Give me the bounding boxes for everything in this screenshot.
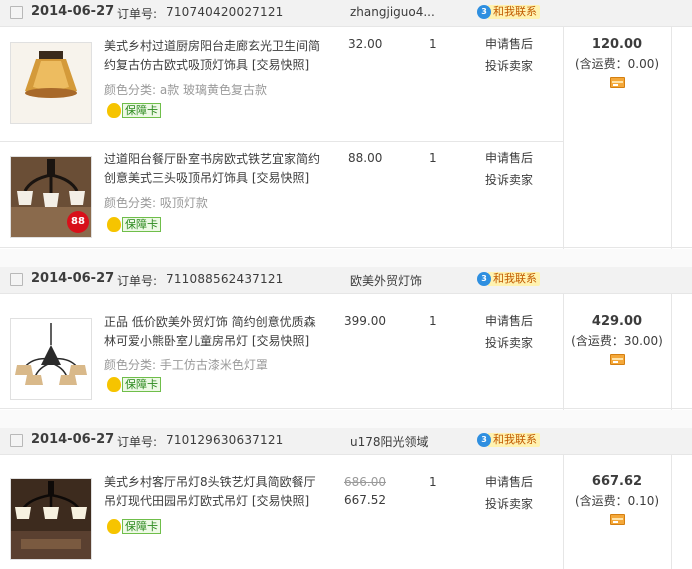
item-price: 399.00 xyxy=(344,314,386,328)
order-total-amount: 120.00 xyxy=(591,37,643,52)
apply-after-sale-link[interactable]: 申请售后 xyxy=(485,33,533,55)
item-quantity: 1 xyxy=(429,314,437,328)
payment-card-icon[interactable] xyxy=(609,77,625,88)
payment-card-icon[interactable] xyxy=(609,354,625,365)
order-body: 美式乡村过道厨房阳台走廊玄光卫生间简约复古仿古欧式吸顶灯饰具 [交易快照] 颜色… xyxy=(0,26,692,249)
order-item: 美式乡村过道厨房阳台走廊玄光卫生间简约复古仿古欧式吸顶灯饰具 [交易快照] 颜色… xyxy=(0,27,562,141)
order-number-label: 订单号: xyxy=(117,435,158,449)
order-date: 2014-06-27 xyxy=(31,4,115,19)
wangwang-chat-icon: 3 xyxy=(477,5,491,19)
shield-guarantee-icon xyxy=(107,376,121,392)
contact-seller-button[interactable]: 3 和我联系 xyxy=(477,4,540,20)
bear-chandelier-image xyxy=(11,319,91,399)
complain-seller-link[interactable]: 投诉卖家 xyxy=(485,493,533,515)
order-number: 711088562437121 xyxy=(166,272,284,286)
guarantee-card-label: 保障卡 xyxy=(122,216,161,232)
seller-name[interactable]: u178阳光领域 xyxy=(350,433,429,450)
product-title-link[interactable]: 美式乡村过道厨房阳台走廊玄光卫生间简约复古仿古欧式吸顶灯饰具 [交易快照] xyxy=(104,37,326,75)
product-sku: 颜色分类: 吸顶灯款 xyxy=(104,196,208,210)
product-thumbnail[interactable] xyxy=(10,318,92,400)
product-title-link[interactable]: 正品 低价欧美外贸灯饰 简约创意优质森林可爱小熊卧室儿童房吊灯 [交易快照] xyxy=(104,313,326,351)
shipping-fee-note: (含运费：30.00) xyxy=(571,334,663,348)
order-select-checkbox[interactable] xyxy=(10,434,23,447)
complain-seller-link[interactable]: 投诉卖家 xyxy=(485,169,533,191)
order-body: 正品 低价欧美外贸灯饰 简约创意优质森林可爱小熊卧室儿童房吊灯 [交易快照] 颜… xyxy=(0,293,692,410)
order-number-label: 订单号: xyxy=(117,7,158,21)
product-thumbnail[interactable] xyxy=(10,42,92,124)
complain-seller-link[interactable]: 投诉卖家 xyxy=(485,55,533,77)
apply-after-sale-link[interactable]: 申请售后 xyxy=(485,147,533,169)
seller-name[interactable]: zhangjiguo4... xyxy=(350,5,435,19)
order-header: 2014-06-27 订单号: 710129630637121 u178阳光领域… xyxy=(0,428,692,454)
guarantee-card-label: 保障卡 xyxy=(122,518,161,534)
order-card: 2014-06-27 订单号: 710740420027121 zhangjig… xyxy=(0,0,692,249)
order-total-amount: 667.62 xyxy=(591,474,643,489)
item-original-price: 686.00 xyxy=(344,475,386,489)
contact-seller-button[interactable]: 3 和我联系 xyxy=(477,432,540,448)
product-thumbnail[interactable] xyxy=(10,478,92,560)
order-header: 2014-06-27 订单号: 711088562437121 欧美外贸灯饰 3… xyxy=(0,267,692,293)
product-thumbnail[interactable]: 88 xyxy=(10,156,92,238)
wangwang-chat-icon: 3 xyxy=(477,272,491,286)
guarantee-card-label: 保障卡 xyxy=(122,376,161,392)
shield-guarantee-icon xyxy=(107,518,121,534)
order-body: 美式乡村客厅吊灯8头铁艺灯具简欧餐厅吊灯现代田园吊灯欧式吊灯 [交易快照] 保障… xyxy=(0,454,692,569)
contact-seller-label: 和我联系 xyxy=(488,5,540,19)
shipping-fee-note: (含运费：0.00) xyxy=(574,57,660,71)
order-number: 710129630637121 xyxy=(166,433,284,447)
guarantee-card-badge[interactable]: 保障卡 xyxy=(107,376,161,392)
product-sku: 颜色分类: a款 玻璃黄色复古款 xyxy=(104,83,268,97)
item-price: 667.52 xyxy=(344,493,386,507)
apply-after-sale-link[interactable]: 申请售后 xyxy=(485,310,533,332)
order-item: 88 过道阳台餐厅卧室书房欧式铁艺宜家简约创意美式三头吸顶吊灯饰具 [交易快照]… xyxy=(0,142,562,249)
contact-seller-label: 和我联系 xyxy=(488,433,540,447)
shield-guarantee-icon xyxy=(107,216,121,232)
contact-seller-button[interactable]: 3 和我联系 xyxy=(477,271,540,287)
contact-seller-label: 和我联系 xyxy=(488,272,540,286)
product-sku: 颜色分类: 手工仿古漆米色灯罩 xyxy=(104,358,268,372)
guarantee-card-badge[interactable]: 保障卡 xyxy=(107,518,161,534)
order-total: 429.00 (含运费：30.00) xyxy=(564,314,670,365)
shield-guarantee-icon xyxy=(107,102,121,118)
order-date: 2014-06-27 xyxy=(31,432,115,447)
apply-after-sale-link[interactable]: 申请售后 xyxy=(485,471,533,493)
payment-card-icon[interactable] xyxy=(609,514,625,525)
complain-seller-link[interactable]: 投诉卖家 xyxy=(485,332,533,354)
order-number: 710740420027121 xyxy=(166,5,284,19)
shipping-fee-note: (含运费：0.10) xyxy=(574,494,660,508)
product-title-link[interactable]: 过道阳台餐厅卧室书房欧式铁艺宜家简约创意美式三头吸顶吊灯饰具 [交易快照] xyxy=(104,150,326,188)
item-quantity: 1 xyxy=(429,151,437,165)
order-total-amount: 429.00 xyxy=(591,314,643,329)
guarantee-card-badge[interactable]: 保障卡 xyxy=(107,216,161,232)
order-select-checkbox[interactable] xyxy=(10,6,23,19)
seller-name[interactable]: 欧美外贸灯饰 xyxy=(350,272,422,289)
order-total: 667.62 (含运费：0.10) xyxy=(564,474,670,525)
item-price: 32.00 xyxy=(348,37,383,51)
order-number-label: 订单号: xyxy=(117,274,158,288)
order-card: 2014-06-27 订单号: 710129630637121 u178阳光领域… xyxy=(0,428,692,569)
wangwang-chat-icon: 3 xyxy=(477,433,491,447)
order-select-checkbox[interactable] xyxy=(10,273,23,286)
order-item: 正品 低价欧美外贸灯饰 简约创意优质森林可爱小熊卧室儿童房吊灯 [交易快照] 颜… xyxy=(0,294,562,410)
item-quantity: 1 xyxy=(429,37,437,51)
order-card: 2014-06-27 订单号: 711088562437121 欧美外贸灯饰 3… xyxy=(0,267,692,410)
guarantee-card-badge[interactable]: 保障卡 xyxy=(107,102,161,118)
product-title-link[interactable]: 美式乡村客厅吊灯8头铁艺灯具简欧餐厅吊灯现代田园吊灯欧式吊灯 [交易快照] xyxy=(104,473,326,511)
price-tag-badge: 88 xyxy=(67,211,89,233)
ceiling-lamp-image xyxy=(11,43,91,123)
order-total: 120.00 (含运费：0.00) xyxy=(564,37,670,88)
iron-chandelier-image xyxy=(11,479,91,559)
order-item: 美式乡村客厅吊灯8头铁艺灯具简欧餐厅吊灯现代田园吊灯欧式吊灯 [交易快照] 保障… xyxy=(0,455,562,569)
order-header: 2014-06-27 订单号: 710740420027121 zhangjig… xyxy=(0,0,692,26)
item-quantity: 1 xyxy=(429,475,437,489)
guarantee-card-label: 保障卡 xyxy=(122,102,161,118)
order-date: 2014-06-27 xyxy=(31,271,115,286)
item-price: 88.00 xyxy=(348,151,383,165)
